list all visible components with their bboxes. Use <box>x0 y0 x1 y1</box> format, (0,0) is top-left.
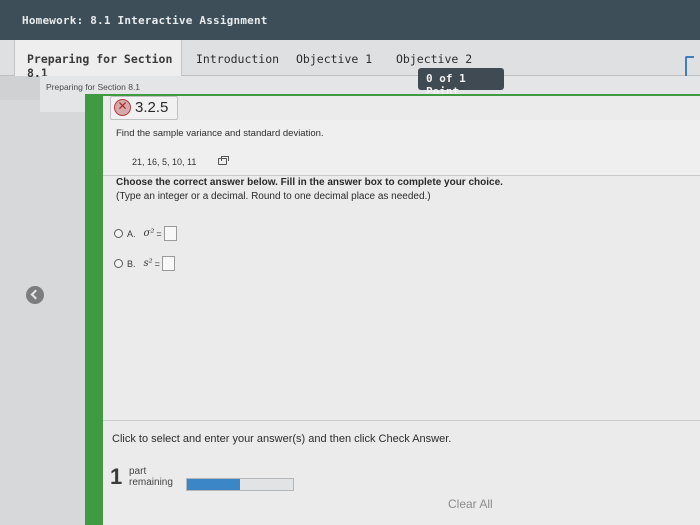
tab-introduction[interactable]: Introduction <box>196 40 279 76</box>
progress-accent-bar <box>85 96 103 525</box>
parts-remaining-label: part remaining <box>129 466 173 488</box>
radio-button-a[interactable] <box>114 229 123 238</box>
equals-sign: = <box>154 258 160 269</box>
parts-label-line-1: part <box>129 466 147 477</box>
sigma-squared-symbol: σ² <box>143 228 155 239</box>
s-squared-symbol: s² <box>143 258 153 269</box>
equals-sign: = <box>156 228 162 239</box>
incorrect-x-icon: ✕ <box>114 99 131 116</box>
page-gutter <box>0 100 85 525</box>
choice-letter-a: A. <box>127 228 136 239</box>
answer-box-b[interactable] <box>161 256 175 271</box>
section-label: Preparing for Section 8.1 <box>46 82 141 92</box>
tab-objective-1[interactable]: Objective 1 <box>296 40 372 76</box>
question-prompt: Find the sample variance and standard de… <box>116 128 324 139</box>
radio-button-b[interactable] <box>114 259 123 268</box>
tab-preparing-for-section[interactable]: Preparing for Section 8.1 <box>14 40 182 80</box>
clear-all-button[interactable]: Clear All <box>448 497 493 511</box>
parts-progress-bar <box>186 478 294 491</box>
parts-remaining-count: 1 <box>110 464 123 489</box>
choice-a[interactable]: A. σ² = <box>114 226 177 241</box>
footer-divider <box>103 420 700 421</box>
instruction-line-2: (Type an integer or a decimal. Round to … <box>116 191 431 202</box>
back-arrow-icon[interactable] <box>26 286 44 304</box>
homework-title: Homework: 8.1 Interactive Assignment <box>22 14 268 27</box>
instruction-line-1: Choose the correct answer below. Fill in… <box>116 177 503 188</box>
answer-instructions: Choose the correct answer below. Fill in… <box>116 176 503 204</box>
data-values: 21, 16, 5, 10, 11 <box>132 157 197 167</box>
answer-box-a[interactable] <box>163 226 177 241</box>
parts-label-line-2: remaining <box>129 477 173 488</box>
tab-bar: Preparing for Section 8.1 Introduction O… <box>0 40 700 80</box>
copy-data-icon[interactable] <box>218 156 229 165</box>
choice-b[interactable]: B. s² = <box>114 256 175 271</box>
points-badge: 0 of 1 Point <box>418 68 504 98</box>
progress-fill <box>187 479 240 490</box>
question-number: 3.2.5 <box>135 99 169 116</box>
homework-header: Homework: 8.1 Interactive Assignment <box>0 0 700 40</box>
footer-instruction: Click to select and enter your answer(s)… <box>112 433 452 445</box>
choice-letter-b: B. <box>127 258 136 269</box>
